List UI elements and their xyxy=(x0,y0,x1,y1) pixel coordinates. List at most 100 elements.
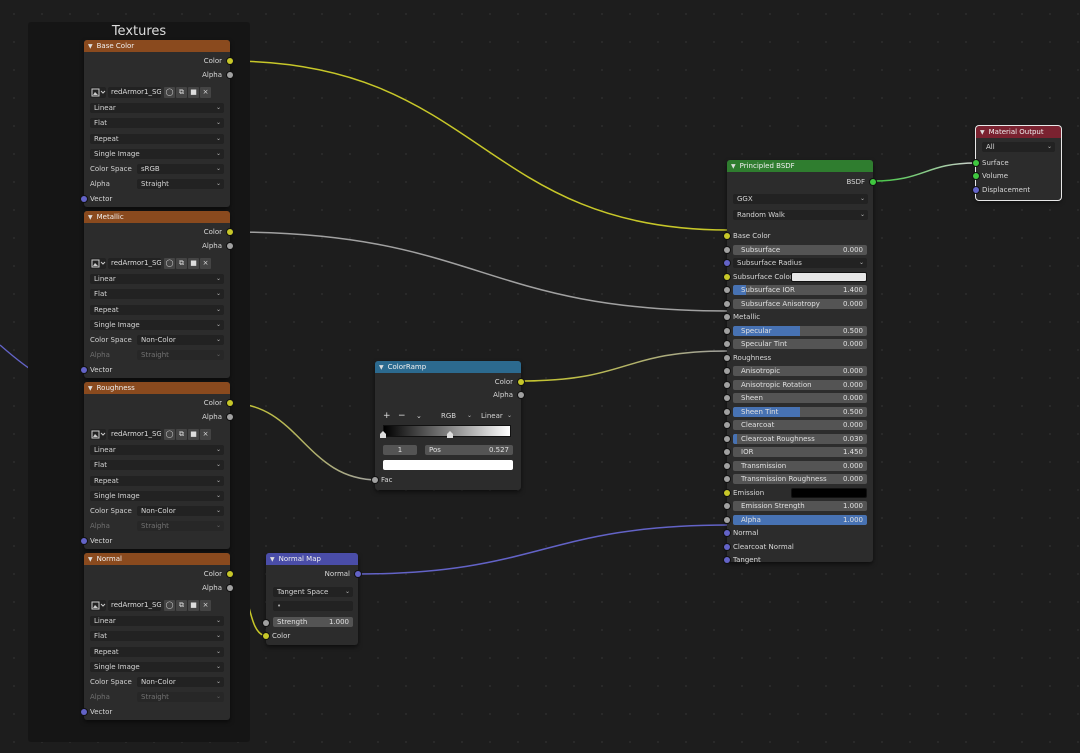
image-texture-node[interactable]: ▼Roughness Color Alpha redArmor1_SG_R...◯⧉■… xyxy=(81,382,233,549)
chevron-down-icon[interactable]: ▼ xyxy=(270,556,275,563)
material-output-header[interactable]: ▼ Material Output xyxy=(976,126,1061,138)
image-selector[interactable]: redArmor1_SG_Ba...◯⧉■× xyxy=(90,87,224,98)
duplicate-icon[interactable]: ⧉ xyxy=(176,429,187,440)
image-icon[interactable] xyxy=(90,600,106,611)
chevron-down-icon[interactable]: ▼ xyxy=(88,43,93,50)
material-output-node[interactable]: ▼ Material Output All ⌄ Surface Volume Dis… xyxy=(973,125,1062,201)
extension-dropdown[interactable]: Repeat ⌄ xyxy=(90,647,224,657)
socket-in-anisotropic-rotation[interactable] xyxy=(724,382,730,388)
distribution-dropdown[interactable]: GGX ⌄ xyxy=(733,194,868,204)
socket-in-volume[interactable] xyxy=(973,173,979,179)
image-name[interactable]: redArmor1_SG_M... xyxy=(108,258,161,269)
interpolation-dropdown[interactable]: Linear ⌄ xyxy=(90,274,224,284)
image-selector[interactable]: redArmor1_SG_N...◯⧉■× xyxy=(90,600,224,611)
color-space-dropdown[interactable]: Non-Color ⌄ xyxy=(137,335,224,345)
socket-in-specular-tint[interactable] xyxy=(724,341,730,347)
duplicate-icon[interactable]: ⧉ xyxy=(176,600,187,611)
extension-dropdown[interactable]: Repeat ⌄ xyxy=(90,476,224,486)
socket-out-alpha[interactable] xyxy=(227,72,233,78)
image-texture-node[interactable]: ▼Metallic Color Alpha redArmor1_SG_M...◯⧉■×… xyxy=(81,211,233,378)
clearcoat-field[interactable]: Clearcoat 0.000 xyxy=(733,420,867,430)
socket-in-transmission-roughness[interactable] xyxy=(724,476,730,482)
subsurface-ior-field[interactable]: Subsurface IOR 1.400 xyxy=(733,285,867,295)
extension-dropdown[interactable]: Repeat ⌄ xyxy=(90,134,224,144)
subsurface-field[interactable]: Subsurface 0.000 xyxy=(733,245,867,255)
socket-in-vector[interactable] xyxy=(81,709,87,715)
duplicate-icon[interactable]: ⧉ xyxy=(176,87,187,98)
colorramp-node[interactable]: ▼ ColorRamp Color Alpha + − ⌄ RGB ⌄ Linear… xyxy=(372,361,524,490)
close-icon[interactable]: × xyxy=(200,600,211,611)
image-name[interactable]: redArmor1_SG_R... xyxy=(108,429,161,440)
source-dropdown[interactable]: Single Image ⌄ xyxy=(90,662,224,672)
uv-map-field[interactable]: • xyxy=(273,601,353,611)
socket-in-sheen-tint[interactable] xyxy=(724,409,730,415)
ior-field[interactable]: IOR 1.450 xyxy=(733,447,867,457)
socket-in-ior[interactable] xyxy=(724,449,730,455)
principled-bsdf-node[interactable]: ▼ Principled BSDF BSDF GGX ⌄ Random Walk ⌄ … xyxy=(724,160,876,564)
socket-in-base-color[interactable] xyxy=(724,233,730,239)
fake-user-icon[interactable]: ◯ xyxy=(164,429,175,440)
emission-strength-field[interactable]: Emission Strength 1.000 xyxy=(733,501,867,511)
socket-in-anisotropic[interactable] xyxy=(724,368,730,374)
chevron-down-icon[interactable]: ▼ xyxy=(88,385,93,392)
remove-stop-button[interactable]: − xyxy=(398,411,406,421)
duplicate-icon[interactable]: ⧉ xyxy=(176,258,187,269)
socket-out-color[interactable] xyxy=(518,379,524,385)
socket-out-alpha[interactable] xyxy=(227,414,233,420)
socket-out-color[interactable] xyxy=(227,400,233,406)
socket-out-alpha[interactable] xyxy=(518,392,524,398)
stop-color-swatch[interactable] xyxy=(383,460,513,470)
normal-map-node[interactable]: ▼ Normal Map Normal Tangent Space ⌄ • Stre… xyxy=(263,553,361,645)
image-selector[interactable]: redArmor1_SG_R...◯⧉■× xyxy=(90,429,224,440)
alpha-mode-dropdown[interactable]: Straight ⌄ xyxy=(137,179,224,189)
emission-color-swatch[interactable] xyxy=(791,488,867,498)
stop-position-field[interactable]: Pos 0.527 xyxy=(425,445,513,455)
folder-icon[interactable]: ■ xyxy=(188,258,199,269)
socket-out-alpha[interactable] xyxy=(227,243,233,249)
ramp-interpolation-dropdown[interactable]: Linear ⌄ xyxy=(477,411,515,421)
active-stop-index[interactable]: 1 xyxy=(383,445,417,455)
colorramp-header[interactable]: ▼ ColorRamp xyxy=(375,361,521,373)
color-mode-dropdown[interactable]: RGB ⌄ xyxy=(437,411,475,421)
socket-in-emission[interactable] xyxy=(724,490,730,496)
output-target-dropdown[interactable]: All ⌄ xyxy=(982,142,1055,152)
socket-in-tangent[interactable] xyxy=(724,557,730,563)
texture-header[interactable]: ▼ Roughness xyxy=(84,382,230,394)
subsurface-anisotropy-field[interactable]: Subsurface Anisotropy 0.000 xyxy=(733,299,867,309)
transmission-field[interactable]: Transmission 0.000 xyxy=(733,461,867,471)
socket-in-subsurface[interactable] xyxy=(724,247,730,253)
socket-in-subsurface-ior[interactable] xyxy=(724,287,730,293)
socket-in-clearcoat-normal[interactable] xyxy=(724,544,730,550)
subsurface-radius-dropdown[interactable]: Subsurface Radius ⌄ xyxy=(733,258,867,268)
socket-in-fac[interactable] xyxy=(372,477,378,483)
close-icon[interactable]: × xyxy=(200,429,211,440)
socket-in-sheen[interactable] xyxy=(724,395,730,401)
socket-in-vector[interactable] xyxy=(81,367,87,373)
image-texture-node[interactable]: ▼Normal Color Alpha redArmor1_SG_N...◯⧉■× Li… xyxy=(81,553,233,720)
projection-dropdown[interactable]: Flat ⌄ xyxy=(90,460,224,470)
socket-in-transmission[interactable] xyxy=(724,463,730,469)
socket-in-subsurface-radius[interactable] xyxy=(724,260,730,266)
chevron-down-icon[interactable]: ▼ xyxy=(88,214,93,221)
sheen-tint-field[interactable]: Sheen Tint 0.500 xyxy=(733,407,867,417)
socket-in-color[interactable] xyxy=(263,633,269,639)
chevron-down-icon[interactable]: ▼ xyxy=(379,364,384,371)
fake-user-icon[interactable]: ◯ xyxy=(164,600,175,611)
clearcoat-roughness-field[interactable]: Clearcoat Roughness 0.030 xyxy=(733,434,867,444)
interpolation-dropdown[interactable]: Linear ⌄ xyxy=(90,445,224,455)
socket-in-clearcoat[interactable] xyxy=(724,422,730,428)
socket-out-color[interactable] xyxy=(227,229,233,235)
chevron-down-icon[interactable]: ▼ xyxy=(731,163,736,170)
chevron-down-icon[interactable]: ▼ xyxy=(980,129,985,136)
texture-header[interactable]: ▼ Normal xyxy=(84,553,230,565)
alpha-field[interactable]: Alpha 1.000 xyxy=(733,515,867,525)
socket-in-vector[interactable] xyxy=(81,538,87,544)
texture-header[interactable]: ▼ Base Color xyxy=(84,40,230,52)
transmission-roughness-field[interactable]: Transmission Roughness 0.000 xyxy=(733,474,867,484)
socket-out-normal[interactable] xyxy=(355,571,361,577)
interpolation-dropdown[interactable]: Linear ⌄ xyxy=(90,103,224,113)
socket-in-subsurface-color[interactable] xyxy=(724,274,730,280)
add-stop-button[interactable]: + xyxy=(383,411,391,421)
projection-dropdown[interactable]: Flat ⌄ xyxy=(90,289,224,299)
anisotropic-rotation-field[interactable]: Anisotropic Rotation 0.000 xyxy=(733,380,867,390)
